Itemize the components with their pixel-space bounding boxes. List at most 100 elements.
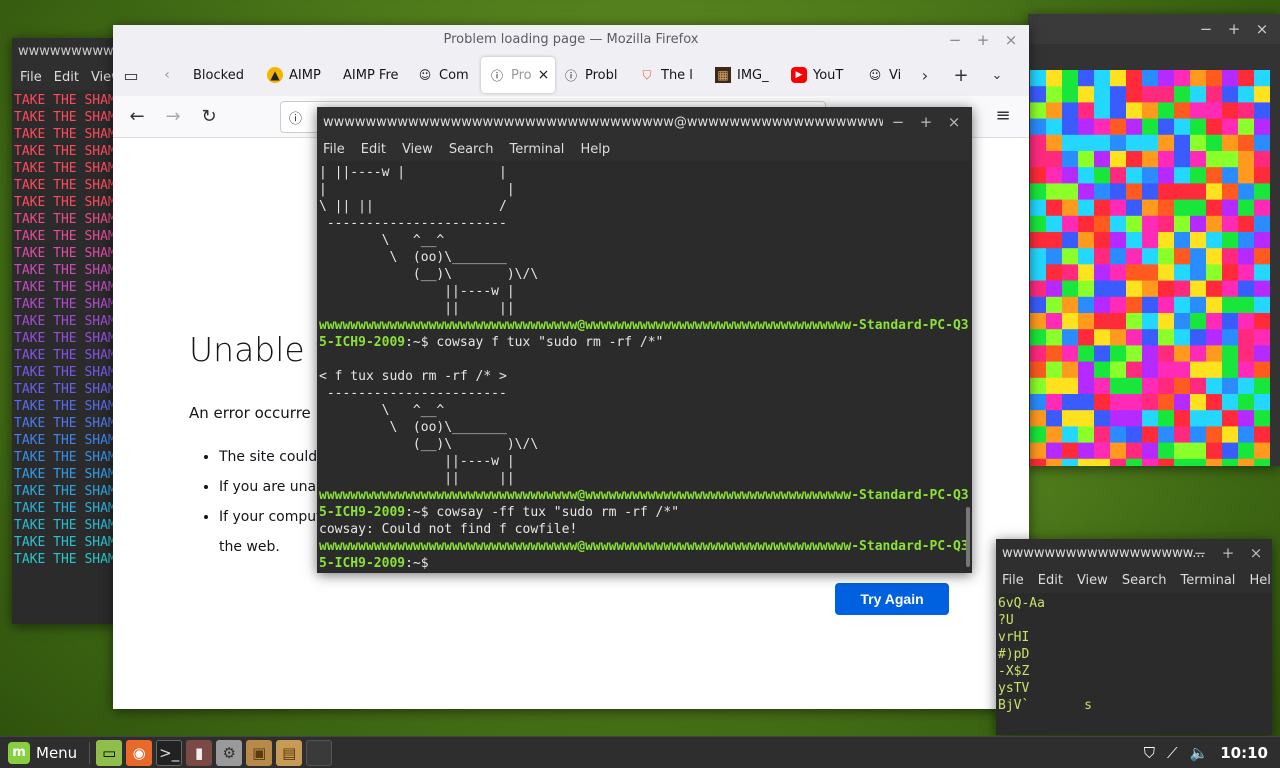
scroll-right-icon[interactable]: ›	[907, 66, 943, 85]
tab-4-active[interactable]: ⓘ Pro ×	[481, 57, 555, 93]
small-terminal-window[interactable]: wwwwwwwwwwwwwwwwww... − + × File Edit Vi…	[996, 539, 1272, 735]
list-tabs-icon[interactable]: ⌄	[979, 68, 1015, 83]
minimize-icon[interactable]: −	[1186, 544, 1214, 562]
right-terminal-titlebar[interactable]: − + ×	[1028, 14, 1280, 44]
package-icon[interactable]: ▣	[246, 739, 273, 766]
tab-6[interactable]: ⛉ The l	[631, 57, 707, 93]
menu-edit[interactable]: Edit	[1038, 573, 1063, 588]
reload-icon[interactable]: ↻	[191, 106, 227, 127]
menu-view[interactable]: View	[1077, 573, 1108, 588]
color-block	[1062, 151, 1078, 168]
color-block	[1030, 313, 1046, 330]
color-block	[1254, 442, 1270, 460]
color-block	[1158, 232, 1174, 249]
command-2: cowsay -ff tux "sudo rm -rf /*"	[436, 505, 680, 520]
left-terminal-window[interactable]: wwwwwwwww File Edit View TAKE THE SHAMTA…	[12, 38, 117, 624]
prompt-user: wwwwwwwwwwwwwwwwwwwwwwwwwwwwwwwww@wwwwww…	[319, 539, 969, 554]
forward-icon[interactable]: →	[155, 106, 191, 127]
shield-icon[interactable]: ⛉	[1144, 744, 1155, 762]
firefox-titlebar[interactable]: Problem loading page — Mozilla Firefox	[113, 25, 1029, 54]
color-block	[1046, 410, 1062, 427]
minimize-icon[interactable]: −	[941, 31, 969, 49]
color-block	[1254, 264, 1270, 282]
maximize-icon[interactable]: +	[1220, 20, 1248, 38]
scrollbar[interactable]	[966, 507, 970, 567]
network-icon[interactable]: ⟋	[1167, 744, 1178, 762]
menu-search[interactable]: Search	[449, 142, 494, 157]
minimize-icon[interactable]: −	[884, 113, 912, 131]
close-icon[interactable]: ×	[997, 31, 1025, 49]
shame-line: TAKE THE SHAM	[14, 365, 116, 380]
clock[interactable]: 10:10	[1220, 744, 1268, 762]
list-item: If you are unab	[219, 472, 325, 502]
main-terminal-titlebar[interactable]: wwwwwwwwwwwwwwwwwwwwwwwwwwwwwwwww@wwwwww…	[317, 107, 972, 137]
color-block	[1094, 296, 1110, 314]
menu-terminal[interactable]: Terminal	[1180, 573, 1235, 588]
files-icon[interactable]: ▭	[96, 739, 123, 766]
try-again-button[interactable]: Try Again	[835, 583, 949, 615]
color-block	[1254, 151, 1270, 168]
terminal-output[interactable]: | ||----w | | | | \ || || / ------------…	[319, 164, 969, 572]
shame-line: TAKE THE SHAM	[14, 229, 116, 244]
tab-close-icon[interactable]: ×	[538, 67, 550, 83]
menu-terminal[interactable]: Terminal	[509, 142, 564, 157]
color-block	[1062, 458, 1078, 466]
color-block	[1094, 86, 1110, 103]
menu-file[interactable]: File	[20, 70, 42, 85]
tab-2[interactable]: AIMP Fre	[335, 57, 409, 93]
new-tab-icon[interactable]: +	[943, 65, 979, 86]
settings-icon[interactable]: ⚙	[216, 739, 243, 766]
workspace-icon[interactable]	[306, 739, 333, 766]
menu-file[interactable]: File	[323, 142, 345, 157]
tab-0[interactable]: Blocked	[185, 57, 259, 93]
color-block	[1110, 86, 1126, 103]
right-terminal-window[interactable]: − + ×	[1028, 14, 1280, 466]
maximize-icon[interactable]: +	[912, 113, 940, 131]
color-block	[1142, 442, 1158, 460]
image-icon: ▦	[715, 67, 731, 83]
color-block	[1062, 70, 1078, 87]
menu-file[interactable]: File	[1002, 573, 1024, 588]
app-icon[interactable]: ▮	[186, 739, 213, 766]
menu-button[interactable]: m Menu	[0, 737, 85, 768]
color-block	[1078, 70, 1094, 87]
maximize-icon[interactable]: +	[1214, 544, 1242, 562]
close-icon[interactable]: ×	[940, 113, 968, 131]
scroll-left-icon[interactable]: ‹	[149, 67, 185, 83]
maximize-icon[interactable]: +	[969, 31, 997, 49]
menu-edit[interactable]: Edit	[54, 70, 79, 85]
color-block	[1174, 313, 1190, 330]
menu-help[interactable]: Help	[580, 142, 610, 157]
menu-help[interactable]: Help	[1249, 573, 1272, 588]
tab-1[interactable]: ▲ AIMP	[259, 57, 335, 93]
terminal-icon[interactable]: >_	[156, 739, 183, 766]
color-block	[1142, 232, 1158, 249]
close-icon[interactable]: ×	[1242, 544, 1270, 562]
color-block	[1110, 377, 1126, 395]
close-icon[interactable]: ×	[1248, 20, 1276, 38]
menu-search[interactable]: Search	[1122, 573, 1167, 588]
minimize-icon[interactable]: −	[1192, 20, 1220, 38]
menu-edit[interactable]: Edit	[361, 142, 386, 157]
firefox-window-title: Problem loading page — Mozilla Firefox	[443, 32, 699, 47]
back-icon[interactable]: ←	[119, 106, 155, 127]
menu-view[interactable]: View	[402, 142, 433, 157]
tab-7[interactable]: ▦ IMG_	[707, 57, 783, 93]
tab-3[interactable]: ☺ Com	[409, 57, 481, 93]
hamburger-menu-icon[interactable]: ≡	[985, 105, 1021, 126]
tab-overview-icon[interactable]: ▭	[113, 66, 149, 85]
tab-5[interactable]: ⓘ Probl	[555, 57, 631, 93]
archive-icon[interactable]: ▤	[276, 739, 303, 766]
color-block	[1190, 199, 1206, 217]
firefox-icon[interactable]: ◉	[126, 739, 153, 766]
info-icon[interactable]: ⓘ	[289, 108, 302, 127]
tab-9[interactable]: ☺ Vi	[859, 57, 907, 93]
main-terminal-window[interactable]: wwwwwwwwwwwwwwwwwwwwwwwwwwwwwwwww@wwwwww…	[317, 107, 972, 573]
color-block	[1142, 102, 1158, 120]
tab-8[interactable]: ▶ YouT	[783, 57, 859, 93]
color-block	[1222, 313, 1238, 330]
volume-icon[interactable]: 🔈	[1190, 744, 1209, 762]
small-terminal-titlebar[interactable]: wwwwwwwwwwwwwwwwww... − + ×	[996, 539, 1272, 567]
color-block	[1222, 280, 1238, 298]
left-terminal-titlebar[interactable]: wwwwwwwww	[12, 38, 117, 64]
